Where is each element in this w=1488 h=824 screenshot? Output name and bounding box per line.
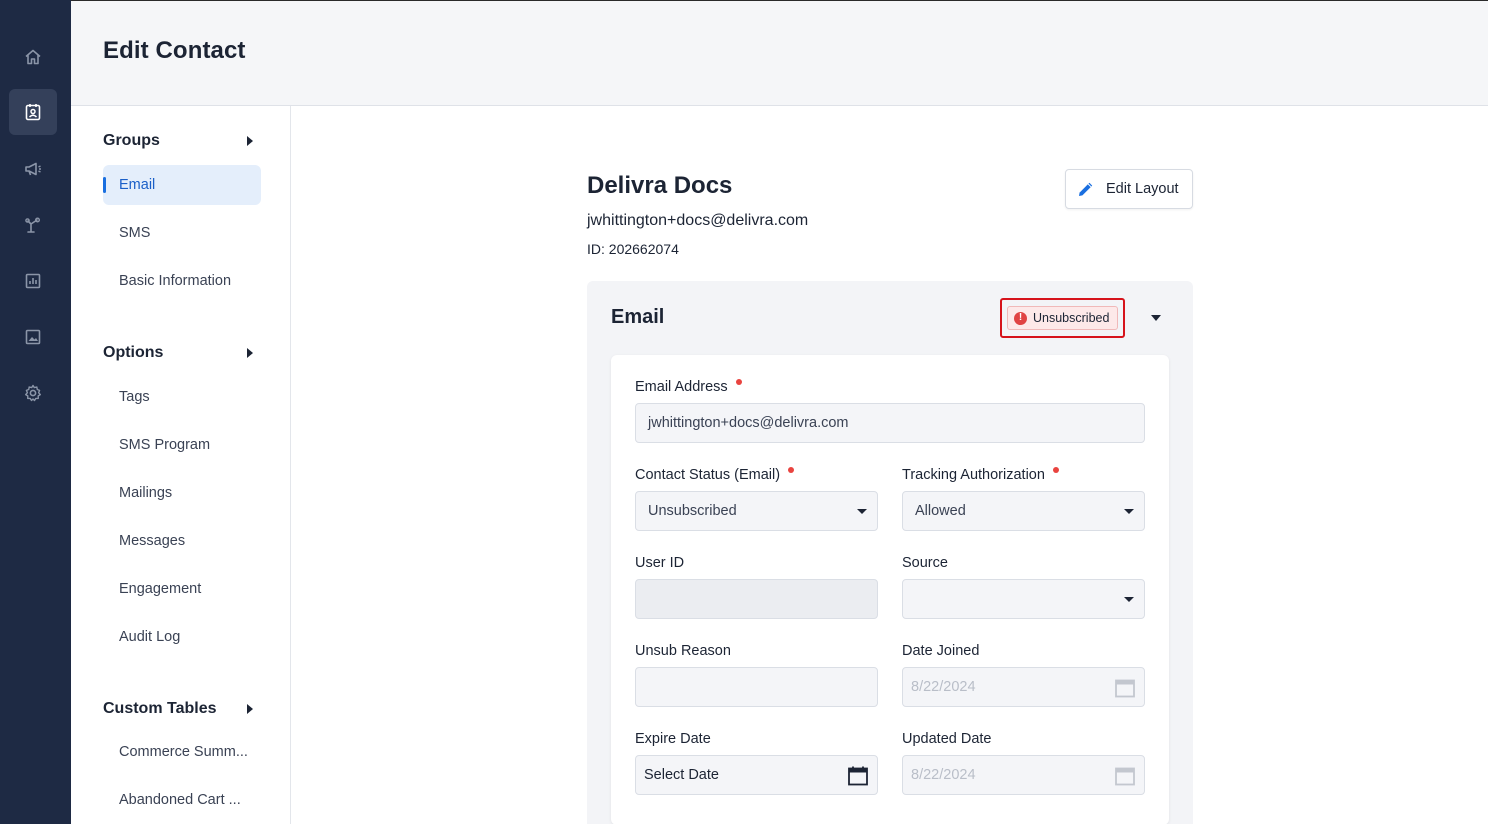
edit-layout-label: Edit Layout bbox=[1106, 181, 1179, 197]
contact-status-label: Contact Status (Email) bbox=[635, 467, 795, 483]
automation-icon bbox=[25, 217, 40, 233]
gear-icon bbox=[25, 384, 41, 402]
status-badge: ! Unsubscribed bbox=[1007, 306, 1119, 330]
contact-sidebar: Groups Email SMS Basic Information Optio… bbox=[71, 106, 291, 824]
email-section: Email ! Unsubscribed Email Address jwhit… bbox=[587, 281, 1193, 824]
edit-layout-button[interactable]: Edit Layout bbox=[1065, 169, 1193, 209]
caret-right-icon bbox=[247, 348, 253, 358]
sidebar-item-engagement[interactable]: Engagement bbox=[103, 569, 261, 609]
contacts-icon bbox=[25, 104, 41, 121]
contact-id: ID: 202662074 bbox=[587, 241, 679, 257]
pencil-icon bbox=[1079, 182, 1093, 196]
caret-right-icon bbox=[247, 136, 253, 146]
chevron-down-icon bbox=[1124, 597, 1134, 602]
reports-nav-button[interactable] bbox=[9, 258, 57, 304]
email-fields-card: Email Address jwhittington+docs@delivra.… bbox=[611, 355, 1169, 824]
sidebar-item-abandoned-cart[interactable]: Abandoned Cart ... bbox=[103, 780, 261, 820]
chevron-down-icon bbox=[1124, 509, 1134, 514]
calendar-icon[interactable] bbox=[847, 765, 869, 787]
date-joined-field: 8/22/2024 bbox=[902, 667, 1145, 707]
sidebar-item-commerce-summary[interactable]: Commerce Summ... bbox=[103, 732, 261, 772]
user-id-field bbox=[635, 579, 878, 619]
required-indicator bbox=[735, 379, 742, 385]
email-address-label: Email Address bbox=[635, 379, 742, 395]
media-nav-button[interactable] bbox=[9, 314, 57, 360]
home-nav-button[interactable] bbox=[9, 34, 57, 80]
contacts-nav-button[interactable] bbox=[9, 89, 57, 135]
contact-status-select[interactable]: Unsubscribed bbox=[635, 491, 878, 531]
required-indicator bbox=[788, 467, 795, 473]
groups-section-toggle[interactable]: Groups bbox=[103, 132, 263, 150]
campaigns-nav-button[interactable] bbox=[9, 146, 57, 192]
email-section-title: Email bbox=[611, 306, 665, 328]
calendar-icon bbox=[1115, 767, 1135, 786]
settings-nav-button[interactable] bbox=[9, 370, 57, 416]
status-badge-label: Unsubscribed bbox=[1033, 311, 1110, 325]
updated-date-label: Updated Date bbox=[902, 731, 992, 747]
custom-tables-section-label: Custom Tables bbox=[103, 700, 217, 717]
sidebar-item-sms[interactable]: SMS bbox=[103, 213, 261, 253]
expire-date-picker[interactable]: Select Date bbox=[635, 755, 878, 795]
sidebar-item-messages[interactable]: Messages bbox=[103, 521, 261, 561]
tracking-authorization-label: Tracking Authorization bbox=[902, 467, 1059, 483]
contact-email: jwhittington+docs@delivra.com bbox=[587, 212, 809, 229]
image-icon bbox=[25, 329, 41, 345]
caret-right-icon bbox=[247, 704, 253, 714]
page-title: Edit Contact bbox=[103, 37, 246, 64]
required-indicator bbox=[1052, 467, 1059, 473]
reports-icon bbox=[25, 273, 41, 289]
groups-section-label: Groups bbox=[103, 132, 160, 149]
date-joined-label: Date Joined bbox=[902, 643, 980, 659]
options-section-toggle[interactable]: Options bbox=[103, 344, 263, 362]
custom-tables-section-toggle[interactable]: Custom Tables bbox=[103, 700, 263, 718]
sidebar-item-basic-information[interactable]: Basic Information bbox=[103, 261, 261, 301]
sidebar-item-sms-program[interactable]: SMS Program bbox=[103, 425, 261, 465]
user-id-label: User ID bbox=[635, 555, 685, 571]
page-header: Edit Contact bbox=[71, 1, 1488, 106]
status-highlight-frame: ! Unsubscribed bbox=[1000, 298, 1125, 338]
contact-name: Delivra Docs bbox=[587, 172, 733, 199]
sidebar-item-tags[interactable]: Tags bbox=[103, 377, 261, 417]
app-rail bbox=[0, 0, 71, 824]
unsub-reason-field[interactable] bbox=[635, 667, 878, 707]
source-label: Source bbox=[902, 555, 948, 571]
email-address-field[interactable]: jwhittington+docs@delivra.com bbox=[635, 403, 1145, 443]
chevron-down-icon bbox=[857, 509, 867, 514]
sidebar-item-email[interactable]: Email bbox=[103, 165, 261, 205]
alert-icon: ! bbox=[1014, 311, 1027, 325]
tracking-authorization-select[interactable]: Allowed bbox=[902, 491, 1145, 531]
home-icon bbox=[25, 49, 41, 65]
sidebar-item-mailings[interactable]: Mailings bbox=[103, 473, 261, 513]
sidebar-item-audit-log[interactable]: Audit Log bbox=[103, 617, 261, 657]
expire-date-label: Expire Date bbox=[635, 731, 711, 747]
calendar-icon bbox=[1115, 679, 1135, 698]
unsub-reason-label: Unsub Reason bbox=[635, 643, 731, 659]
automation-nav-button[interactable] bbox=[9, 202, 57, 248]
options-section-label: Options bbox=[103, 344, 164, 361]
chevron-down-icon[interactable] bbox=[1151, 315, 1161, 321]
updated-date-field: 8/22/2024 bbox=[902, 755, 1145, 795]
megaphone-icon bbox=[25, 162, 41, 176]
source-select[interactable] bbox=[902, 579, 1145, 619]
